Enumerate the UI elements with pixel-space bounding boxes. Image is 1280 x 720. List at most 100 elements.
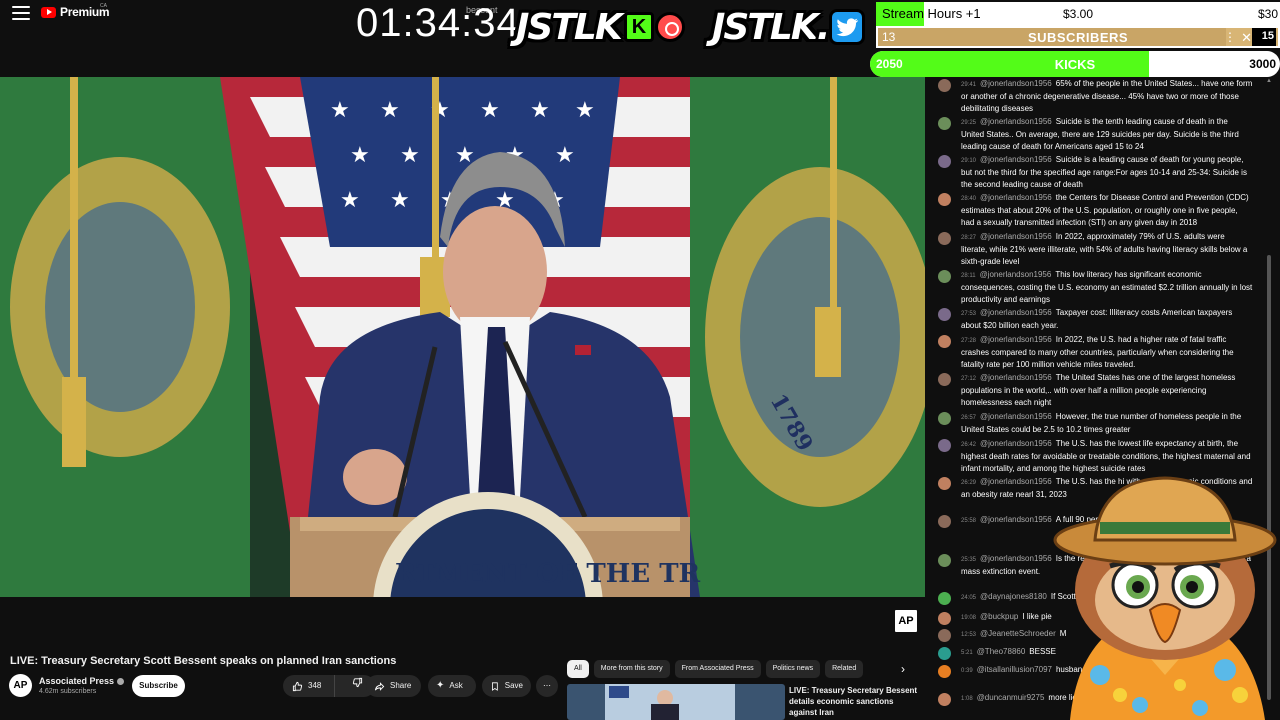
chat-author[interactable]: @jonerlandson1956 [980,232,1052,241]
chat-timestamp: 27:53 [961,311,977,317]
chat-avatar[interactable] [938,693,951,706]
hamburger-menu-icon[interactable] [12,6,30,20]
chip-more-from-story[interactable]: More from this story [593,660,670,678]
chat-message-body: 27:28 @jonerlandson1956 In 2022, the U.S. … [961,334,1253,370]
save-label: Save [504,681,523,690]
channel-name-text[interactable]: Associated Press [39,676,114,686]
chat-message-body: 27:12 @jonerlandson1956 The United States … [961,372,1253,408]
recommendation-thumbnail[interactable] [567,684,785,720]
thumbnail-speaker-suit [651,704,679,720]
chat-message-body: 29:41 @jonerlandson1956 65% of the people … [961,78,1253,114]
chat-author[interactable]: @jonerlandson1956 [980,335,1052,344]
chat-author[interactable]: @duncanmuir9275 [977,693,1045,702]
chat-author[interactable]: @jonerlandson1956 [980,79,1052,88]
chat-timestamp: 25:58 [961,518,977,524]
like-button[interactable]: 348 [283,675,336,697]
chat-avatar[interactable] [938,477,951,490]
ap-watermark-logo: AP [895,610,917,632]
chat-avatar[interactable] [938,232,951,245]
stream-hours-current: $3.00 [1063,7,1094,21]
chat-timestamp: 25:35 [961,557,977,563]
chat-author[interactable]: @jonerlandson1956 [980,439,1052,448]
chat-avatar[interactable] [938,412,951,425]
chat-timestamp: 26:42 [961,442,977,448]
chat-timestamp: 26:57 [961,415,977,421]
chat-avatar[interactable] [938,629,951,642]
chat-author[interactable]: @Theo78860 [977,647,1026,656]
chat-author[interactable]: @jonerlandson1956 [980,117,1052,126]
more-actions-icon[interactable]: ⋯ [536,675,558,697]
chat-avatar[interactable] [938,335,951,348]
chat-avatar[interactable] [938,515,951,528]
chat-author[interactable]: @daynajones8180 [980,592,1047,601]
chip-politics-news[interactable]: Politics news [765,660,821,678]
chat-avatar[interactable] [938,665,951,678]
chat-message-body: 29:25 @jonerlandson1956 Suicide is the ten… [961,116,1253,152]
close-icon[interactable]: ✕ [1241,30,1252,46]
chat-avatar[interactable] [938,373,951,386]
chat-author[interactable]: @JeanetteSchroeder [980,629,1056,638]
chat-avatar[interactable] [938,270,951,283]
subscribers-target: 15 [1252,28,1276,46]
record-icon [655,12,685,42]
chat-timestamp: 28:27 [961,235,977,241]
save-button[interactable]: Save [482,675,531,697]
recommendation-title[interactable]: LIVE: Treasury Secretary Bessent details… [789,685,919,718]
chat-author[interactable]: @jonerlandson1956 [980,155,1052,164]
video-player[interactable]: ★★★★★★ ★★★★★ ★★★★★ 1789 RTMENT OF THE TR [0,77,925,597]
chat-author[interactable]: @jonerlandson1956 [980,515,1052,524]
chat-message-body: 26:42 @jonerlandson1956 The U.S. has the l… [961,438,1253,474]
stream-hours-label: Stream Hours +1 [882,6,981,21]
subscribe-button[interactable]: Subscribe [132,675,185,697]
twitter-bird-icon [829,9,865,45]
sparkle-icon: ✦ [436,680,445,691]
chat-author[interactable]: @jonerlandson1956 [980,554,1052,563]
share-label: Share [390,681,412,690]
chevron-right-icon[interactable]: › [894,660,912,678]
chat-avatar[interactable] [938,592,951,605]
owl-mascot-overlay [1053,476,1277,720]
chat-author[interactable]: @jonerlandson1956 [980,270,1052,279]
video-title: LIVE: Treasury Secretary Scott Bessent s… [10,655,397,667]
youtube-play-icon [41,6,56,18]
chip-related[interactable]: Related [825,660,864,678]
chat-avatar[interactable] [938,554,951,567]
chat-avatar[interactable] [938,647,951,660]
chat-avatar[interactable] [938,79,951,92]
channel-name[interactable]: Associated Press [39,676,125,686]
chat-author[interactable]: @jonerlandson1956 [980,308,1052,317]
chat-avatar[interactable] [938,155,951,168]
chat-timestamp: 24:05 [961,595,977,601]
svg-text:★: ★ [480,98,500,123]
chip-from-associated-press[interactable]: From Associated Press [674,660,761,678]
chat-avatar[interactable] [938,612,951,625]
ask-button[interactable]: ✦ Ask [428,675,476,697]
channel-avatar[interactable]: AP [9,674,32,697]
region-label: CA [100,3,107,9]
svg-text:★: ★ [380,98,400,123]
scroll-up-arrow-icon[interactable]: ▲ [1266,78,1272,84]
stream-hours-goal-bar: Stream Hours +1 $3.00 $30 [876,2,1280,26]
ask-label: Ask [449,681,463,690]
chat-author[interactable]: @jonerlandson1956 [980,412,1052,421]
chat-timestamp: 5:21 [961,650,973,656]
chat-message-body: 28:40 @jonerlandson1956 the Centers for Di… [961,192,1253,228]
chat-avatar[interactable] [938,117,951,130]
chip-all[interactable]: All [567,660,589,678]
chat-author[interactable]: @jonerlandson1956 [980,193,1052,202]
more-vert-icon[interactable]: ⋮ [1224,30,1236,44]
video-frame: ★★★★★★ ★★★★★ ★★★★★ 1789 RTMENT OF THE TR [0,77,925,597]
chat-avatar[interactable] [938,439,951,452]
chat-avatar[interactable] [938,308,951,321]
chat-message-body: 28:27 @jonerlandson1956 In 2022, approxima… [961,231,1253,267]
chat-timestamp: 28:40 [961,196,977,202]
logo-2-suffix: . [816,7,831,48]
chat-avatar[interactable] [938,193,951,206]
chat-author[interactable]: @itsallanillusion7097 [977,665,1052,674]
chat-author[interactable]: @jonerlandson1956 [980,477,1052,486]
chat-author[interactable]: @jonerlandson1956 [980,373,1052,382]
chat-author[interactable]: @buckpup [980,612,1018,621]
share-button[interactable]: Share [366,675,421,697]
thumbs-down-icon [353,677,363,688]
svg-text:★: ★ [400,143,420,168]
